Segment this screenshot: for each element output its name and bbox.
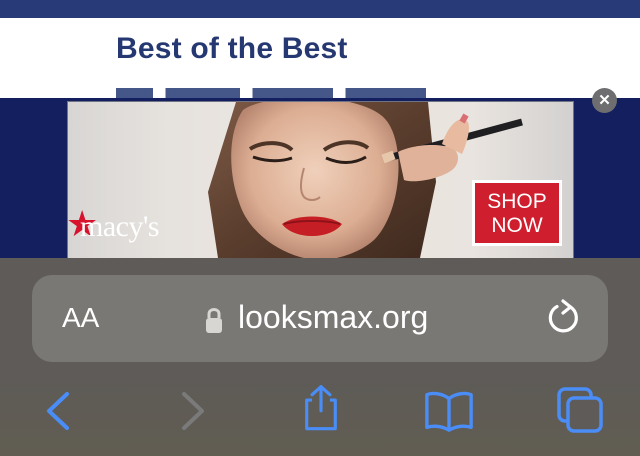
url-display[interactable]: looksmax.org [238,299,428,336]
share-icon[interactable] [296,384,346,434]
site-header-bar [0,0,640,18]
subheadline-cutoff [116,88,426,98]
chevron-right-icon[interactable] [168,386,218,436]
tabs-icon[interactable] [556,386,606,436]
ad-banner[interactable]: ★ macy's SHOP NOW [67,101,574,259]
text-size-button[interactable]: AA [62,302,99,334]
close-ad-button[interactable]: ✕ [592,88,617,113]
reload-icon[interactable] [545,299,583,337]
macys-brand-text: macy's [80,210,160,243]
shop-now-button[interactable]: SHOP NOW [472,180,562,246]
chevron-left-icon[interactable] [33,386,83,436]
page-headline: Best of the Best [116,32,348,65]
lock-icon [206,308,222,333]
book-icon[interactable] [424,386,474,436]
